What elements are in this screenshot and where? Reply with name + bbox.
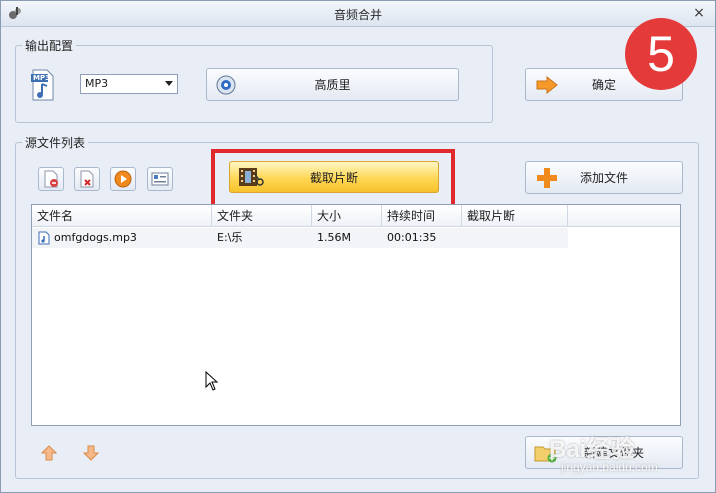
mp3-icon-text: MP3 <box>33 74 50 82</box>
watermark-logo: Bai经验 <box>549 436 635 463</box>
column-header-size[interactable]: 大小 <box>312 205 382 227</box>
watermark-url: jingyan.baidu.com <box>561 460 658 474</box>
move-down-icon[interactable] <box>83 445 99 461</box>
cell-size: 1.56M <box>317 231 351 244</box>
title-bar: 音频合并 × <box>1 1 715 27</box>
info-card-icon <box>151 172 169 186</box>
quality-button-label: 高质里 <box>314 78 351 92</box>
add-file-button[interactable]: 添加文件 <box>525 161 683 194</box>
confirm-button-label: 确定 <box>591 78 616 92</box>
table-row[interactable]: omfgdogs.mp3 E:\乐 1.56M 00:01:35 <box>32 228 568 248</box>
column-header-folder[interactable]: 文件夹 <box>212 205 312 227</box>
arrow-right-icon <box>536 75 558 94</box>
file-list[interactable]: 文件名 文件夹 大小 持续时间 截取片断 omfgdogs.mp3 E:\乐 1… <box>31 204 681 426</box>
highlight-frame <box>211 149 455 211</box>
format-select-value: MP3 <box>85 77 109 90</box>
step-number-badge: 5 <box>625 18 697 90</box>
audio-merge-window: 音频合并 × 输出配置 MP3 MP3 高质里 确定 5 源文件列表 截取片断 … <box>0 0 716 493</box>
delete-file-button[interactable] <box>74 167 100 191</box>
column-header-clip[interactable]: 截取片断 <box>462 205 568 227</box>
cell-duration: 00:01:35 <box>387 231 437 244</box>
remove-file-icon <box>44 170 58 188</box>
plus-icon <box>537 167 557 188</box>
gear-disc-icon <box>216 75 236 94</box>
cell-filename: omfgdogs.mp3 <box>54 231 137 244</box>
window-title: 音频合并 <box>333 8 382 22</box>
close-button[interactable]: × <box>691 5 707 21</box>
chevron-down-icon <box>165 81 173 86</box>
cell-clip <box>462 228 467 248</box>
output-config-label: 输出配置 <box>22 37 77 54</box>
move-up-icon[interactable] <box>41 445 57 461</box>
quality-button[interactable]: 高质里 <box>206 68 459 101</box>
mouse-pointer-icon <box>205 371 219 391</box>
play-icon <box>114 170 132 188</box>
file-list-header: 文件名 文件夹 大小 持续时间 截取片断 <box>32 205 680 227</box>
format-select[interactable]: MP3 <box>80 74 178 94</box>
remove-file-button[interactable] <box>38 167 64 191</box>
add-file-label: 添加文件 <box>579 171 628 185</box>
play-button[interactable] <box>110 167 136 191</box>
source-file-label: 源文件列表 <box>22 134 89 151</box>
cell-folder: E:\乐 <box>217 231 243 244</box>
mp3-file-icon: MP3 <box>30 69 56 101</box>
delete-x-icon <box>80 170 94 188</box>
column-header-duration[interactable]: 持续时间 <box>382 205 462 227</box>
properties-button[interactable] <box>147 167 173 191</box>
column-header-filename[interactable]: 文件名 <box>32 205 212 227</box>
